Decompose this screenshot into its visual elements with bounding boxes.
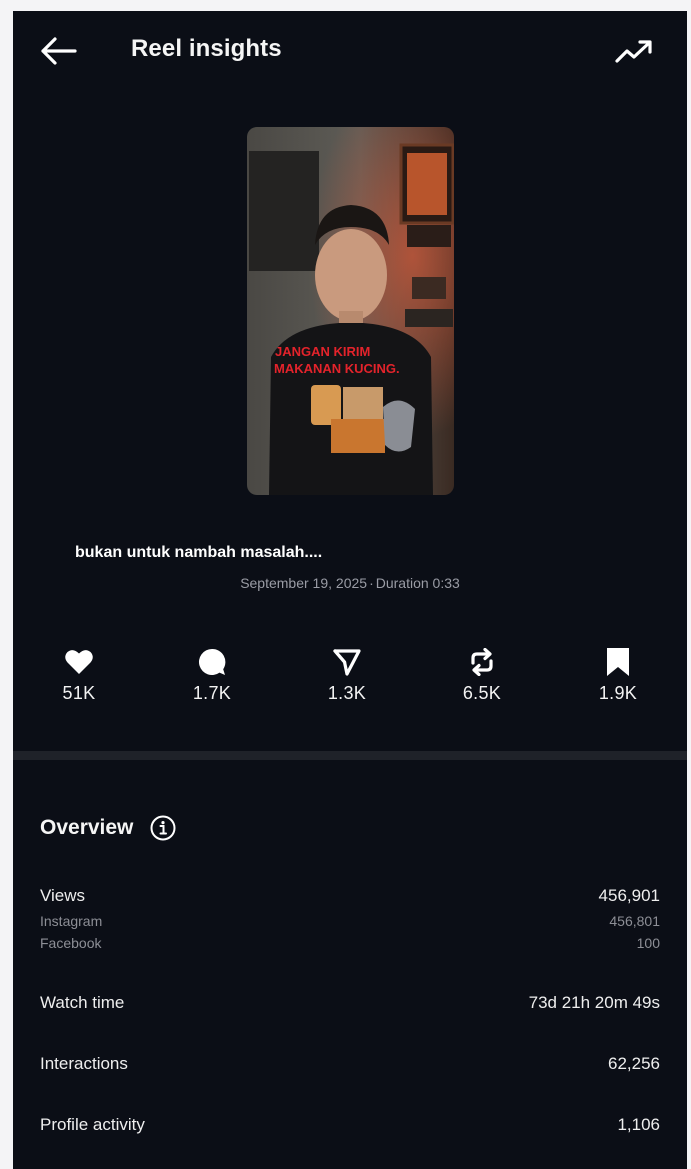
reel-duration: Duration 0:33	[375, 575, 460, 591]
facebook-value: 100	[636, 935, 660, 951]
stat-shares[interactable]: 1.3K	[281, 647, 413, 704]
overview-info-button[interactable]	[149, 814, 177, 842]
send-icon	[333, 649, 361, 676]
overlay-text-line-1: JANGAN KIRIM	[275, 344, 370, 359]
stat-reposts[interactable]: 6.5K	[416, 647, 548, 704]
facebook-label: Facebook	[40, 935, 102, 951]
reel-video-frame: JANGAN KIRIM MAKANAN KUCING.	[247, 127, 454, 495]
overlay-text-line-2: MAKANAN KUCING.	[274, 361, 400, 376]
reel-caption: bukan untuk nambah masalah....	[75, 544, 323, 561]
trends-button[interactable]	[609, 33, 657, 69]
stat-saves[interactable]: 1.9K	[552, 647, 684, 704]
watch-time-value: 73d 21h 20m 49s	[528, 993, 660, 1012]
instagram-value: 456,801	[609, 913, 660, 929]
heart-icon	[65, 650, 93, 674]
interactions-value: 62,256	[608, 1054, 660, 1073]
comment-icon	[198, 648, 226, 675]
profile-activity-label: Profile activity	[40, 1115, 145, 1134]
stat-reposts-value: 6.5K	[462, 683, 502, 703]
instagram-label: Instagram	[40, 913, 103, 929]
overview-title: Overview	[40, 816, 134, 839]
reel-insights-screen: Reel insights JANGAN KIRIM MAKANAN KUCIN…	[13, 11, 687, 1169]
trending-up-icon	[615, 40, 652, 63]
meta-separator: ·	[369, 575, 374, 591]
repost-icon	[471, 648, 493, 676]
header: Reel insights	[13, 11, 687, 91]
arrow-left-icon	[41, 37, 77, 65]
page-title: Reel insights	[131, 35, 282, 62]
stat-shares-value: 1.3K	[327, 683, 367, 703]
profile-activity-value: 1,106	[617, 1115, 660, 1134]
views-label: Views	[40, 886, 86, 905]
views-value: 456,901	[598, 886, 660, 905]
section-divider	[13, 751, 687, 760]
stat-comments-value: 1.7K	[192, 683, 232, 703]
info-icon	[150, 815, 176, 841]
reel-date: September 19, 2025	[240, 575, 368, 591]
watch-time-label: Watch time	[40, 993, 125, 1012]
reel-thumbnail[interactable]: JANGAN KIRIM MAKANAN KUCING.	[247, 127, 454, 495]
back-button[interactable]	[35, 33, 83, 69]
stat-saves-value: 1.9K	[598, 683, 638, 703]
reel-meta: September 19, 2025 · Duration 0:33	[13, 575, 687, 591]
stat-comments[interactable]: 1.7K	[146, 647, 278, 704]
bookmark-icon	[607, 648, 629, 676]
stat-likes-value: 51K	[62, 683, 96, 703]
interactions-label: Interactions	[40, 1054, 128, 1073]
stat-likes[interactable]: 51K	[13, 647, 145, 704]
